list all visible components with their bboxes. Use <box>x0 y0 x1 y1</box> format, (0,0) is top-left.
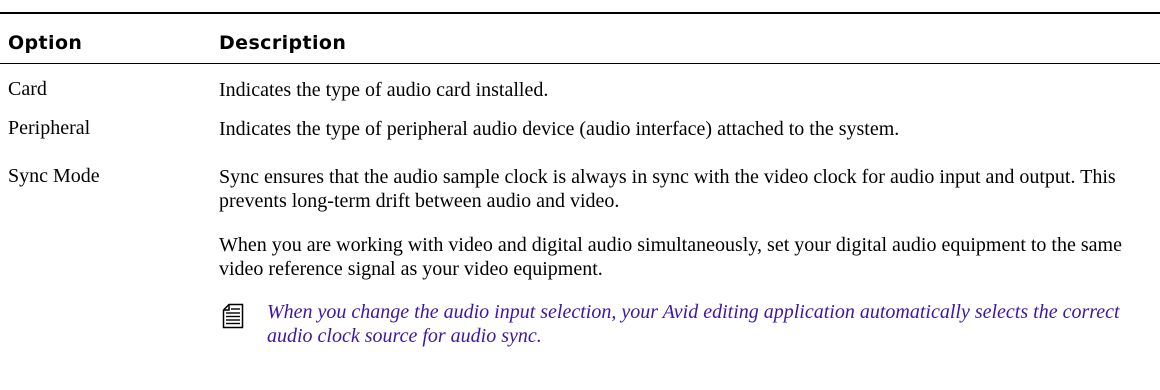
option-cell: Sync Mode <box>8 165 100 187</box>
description-cell: Indicates the type of audio card install… <box>219 78 1149 102</box>
table-row-peripheral: Peripheral Indicates the type of periphe… <box>0 112 1160 160</box>
note-text: When you change the audio input selectio… <box>267 301 1120 347</box>
note-callout: When you change the audio input selectio… <box>219 300 1149 348</box>
table-row-sync-mode: Sync Mode Sync ensures that the audio sa… <box>0 160 1160 380</box>
option-cell: Card <box>8 78 47 100</box>
description-paragraph: Sync ensures that the audio sample clock… <box>219 166 1116 212</box>
options-table: Option Description Card Indicates the ty… <box>0 12 1160 380</box>
option-cell: Peripheral <box>8 117 91 139</box>
description-column-header: Description <box>219 32 347 54</box>
description-cell: Sync ensures that the audio sample clock… <box>219 165 1149 348</box>
description-text: Indicates the type of audio card install… <box>219 79 549 101</box>
description-paragraph: When you are working with video and digi… <box>219 234 1122 280</box>
option-column-header: Option <box>8 32 83 54</box>
description-cell: Indicates the type of peripheral audio d… <box>219 117 1149 141</box>
note-icon <box>222 303 244 329</box>
table-row-card: Card Indicates the type of audio card in… <box>0 64 1160 112</box>
description-text: Indicates the type of peripheral audio d… <box>219 118 900 140</box>
table-header: Option Description <box>0 14 1160 64</box>
